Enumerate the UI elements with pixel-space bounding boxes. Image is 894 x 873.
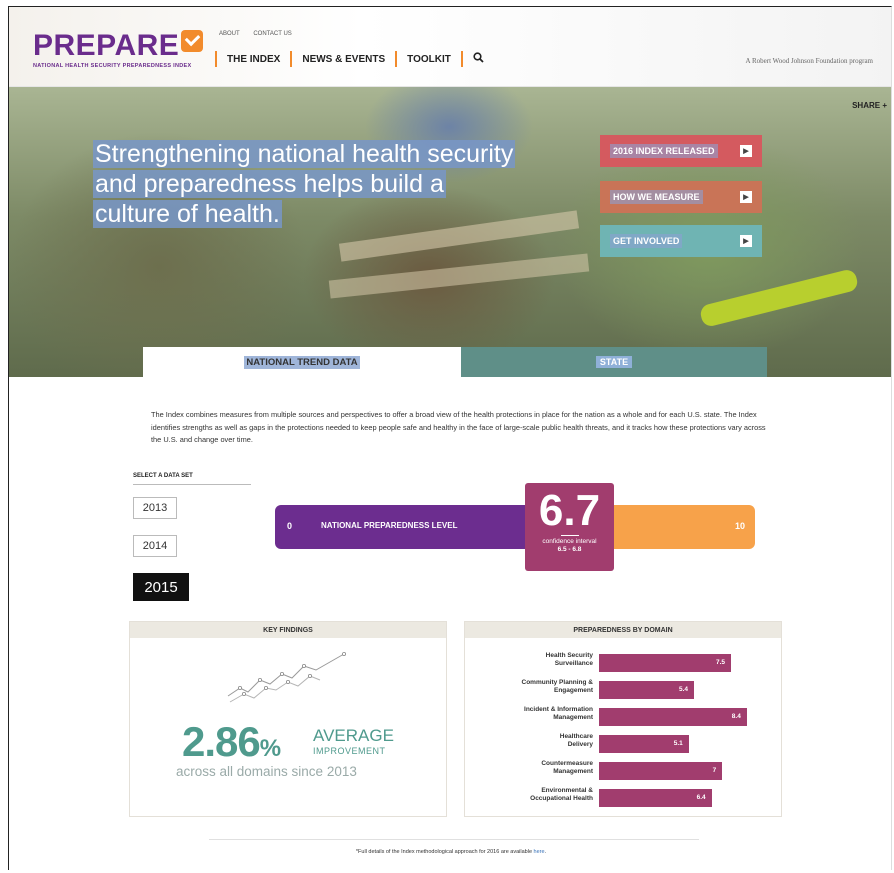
divider — [209, 839, 699, 840]
arrow-right-icon: ▶ — [740, 145, 752, 157]
key-findings-card: KEY FINDINGS 2.86% AVERAGE IMPROVEMENT a… — [129, 621, 447, 817]
year-2014-button[interactable]: 2014 — [133, 535, 177, 557]
domain-label: Community Planning & Engagement — [521, 679, 594, 694]
tab-label: STATE — [595, 356, 633, 368]
domain-bar: 7.5 — [599, 654, 731, 672]
card-title: PREPAREDNESS BY DOMAIN — [465, 622, 781, 638]
year-2015-button[interactable]: 2015 — [133, 573, 189, 601]
domain-row: Community Planning & Engagement 5.4 — [465, 677, 783, 701]
nav-divider — [460, 51, 463, 67]
share-button[interactable]: SHARE + — [852, 101, 887, 110]
domain-label: Health Security Surveillance — [545, 652, 593, 667]
domain-value: 8.4 — [731, 713, 741, 720]
logo-tagline: NATIONAL HEALTH SECURITY PREPAREDNESS IN… — [33, 63, 192, 69]
domain-bar: 8.4 — [599, 708, 747, 726]
divider — [560, 535, 579, 536]
main-nav: THE INDEX NEWS & EVENTS TOOLKIT — [205, 51, 484, 67]
gauge-min: 0 — [287, 521, 293, 531]
logo-check-icon — [181, 30, 204, 52]
gauge-max: 10 — [735, 521, 746, 531]
about-link[interactable]: ABOUT — [219, 31, 240, 37]
since-caption: across all domains since 2013 — [176, 764, 357, 779]
improvement-value: 2.86% — [182, 718, 281, 765]
button-label: 2016 INDEX RELEASED — [610, 144, 718, 158]
score-value: 6.7 — [538, 486, 601, 535]
logo-text: PREPARE — [33, 29, 180, 62]
how-we-measure-button[interactable]: HOW WE MEASURE ▶ — [600, 181, 762, 213]
intro-paragraph: The Index combines measures from multipl… — [151, 410, 766, 444]
domain-value: 6.4 — [696, 794, 706, 801]
domain-row: Environmental & Occupational Health 6.4 — [465, 785, 783, 809]
dataset-label: SELECT A DATA SET — [133, 473, 193, 479]
page: PREPARE NATIONAL HEALTH SECURITY PREPARE… — [8, 6, 892, 870]
tab-national-trend-data[interactable]: NATIONAL TREND DATA — [143, 347, 461, 377]
nav-news-events[interactable]: NEWS & EVENTS — [302, 54, 385, 65]
button-label: HOW WE MEASURE — [610, 190, 703, 204]
card-title: KEY FINDINGS — [130, 622, 446, 638]
hero-photo-detail — [698, 267, 860, 329]
domain-bar: 5.4 — [599, 681, 695, 699]
hero-headline: Strengthening national health security a… — [93, 140, 516, 228]
preparedness-by-domain-card: PREPAREDNESS BY DOMAIN Health Security Su… — [464, 621, 782, 817]
improvement-label: IMPROVEMENT — [313, 746, 386, 756]
nav-divider — [290, 51, 293, 67]
nav-divider — [215, 51, 217, 67]
tab-label: NATIONAL TREND DATA — [244, 355, 360, 369]
gauge-label: NATIONAL PREPAREDNESS LEVEL — [321, 521, 458, 530]
rwjf-program-label: A Robert Wood Johnson Foundation program — [745, 57, 873, 65]
domain-label: Healthcare Delivery — [559, 733, 593, 748]
site-header: PREPARE NATIONAL HEALTH SECURITY PREPARE… — [9, 7, 891, 87]
hero-photo-detail — [328, 253, 590, 299]
domain-label: Environmental & Occupational Health — [530, 787, 593, 802]
gauge-high-segment — [613, 505, 755, 549]
logo[interactable]: PREPARE — [33, 29, 204, 63]
domain-row: Countermeasure Management 7 — [465, 758, 783, 782]
year-2013-button[interactable]: 2013 — [133, 497, 177, 519]
domain-value: 7 — [712, 767, 717, 774]
confidence-interval-label: confidence interval — [542, 538, 597, 545]
get-involved-button[interactable]: GET INVOLVED ▶ — [600, 225, 762, 257]
arrow-right-icon: ▶ — [740, 235, 752, 247]
nav-divider — [395, 51, 398, 67]
preparedness-score-badge: 6.7 confidence interval 6.5 - 6.8 — [525, 483, 614, 571]
domain-row: Health Security Surveillance 7.5 — [465, 650, 783, 674]
nav-toolkit[interactable]: TOOLKIT — [407, 54, 451, 65]
domain-label: Countermeasure Management — [541, 760, 593, 775]
average-label: AVERAGE — [313, 726, 394, 745]
divider — [133, 484, 251, 485]
arrow-right-icon: ▶ — [740, 191, 752, 203]
contact-link[interactable]: CONTACT US — [253, 31, 291, 37]
index-released-button[interactable]: 2016 INDEX RELEASED ▶ — [600, 135, 762, 167]
footnote: *Full details of the Index methodologica… — [355, 849, 547, 855]
domain-bar: 7 — [599, 762, 723, 780]
nav-the-index[interactable]: THE INDEX — [227, 54, 280, 65]
domain-value: 5.4 — [678, 686, 689, 693]
domain-bar: 6.4 — [599, 789, 712, 807]
domain-label: Incident & Information Management — [524, 706, 593, 721]
hero-banner: SHARE + Strengthening national health se… — [9, 87, 891, 377]
domain-row: Incident & Information Management 8.4 — [465, 704, 783, 728]
domain-value: 5.1 — [673, 740, 683, 747]
search-icon[interactable] — [473, 52, 484, 66]
tab-state[interactable]: STATE — [461, 347, 767, 377]
domain-value: 7.5 — [715, 659, 725, 666]
confidence-interval-range: 6.5 - 6.8 — [557, 546, 582, 553]
utility-nav: ABOUT CONTACT US — [219, 31, 304, 37]
methodology-link[interactable]: here — [534, 849, 545, 855]
button-label: GET INVOLVED — [610, 234, 683, 248]
trend-line-icon — [227, 652, 346, 703]
domain-row: Healthcare Delivery 5.1 — [465, 731, 783, 755]
domain-bar: 5.1 — [599, 735, 689, 753]
